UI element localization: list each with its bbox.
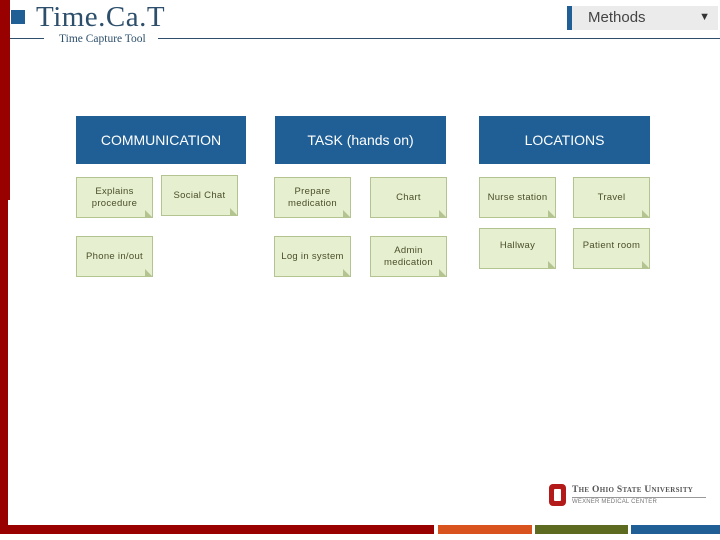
- card-chart[interactable]: Chart: [370, 177, 447, 218]
- card-explains-procedure[interactable]: Explains procedure: [76, 177, 153, 218]
- app-title: Time.Ca.T: [36, 1, 166, 33]
- card-hallway[interactable]: Hallway: [479, 228, 556, 269]
- page-curl-icon: [548, 210, 556, 218]
- app-subtitle: Time Capture Tool: [59, 33, 146, 45]
- page-curl-icon: [642, 261, 650, 269]
- page-curl-icon: [230, 208, 238, 216]
- card-patient-room[interactable]: Patient room: [573, 228, 650, 269]
- card-phone-in-out[interactable]: Phone in/out: [76, 236, 153, 277]
- card-label: Phone in/out: [86, 250, 143, 262]
- card-travel[interactable]: Travel: [573, 177, 650, 218]
- card-log-in-system[interactable]: Log in system: [274, 236, 351, 277]
- card-label: Prepare medication: [288, 185, 337, 209]
- card-label: Hallway: [499, 240, 536, 251]
- osu-block-o-logo-icon: [549, 484, 566, 506]
- category-header-locations[interactable]: LOCATIONS: [479, 116, 650, 164]
- page-curl-icon: [145, 210, 153, 218]
- title-bullet-icon: [11, 10, 25, 24]
- card-label: Chart: [396, 191, 421, 203]
- card-social-chat[interactable]: Social Chat: [161, 175, 238, 216]
- card-label: Explains procedure: [91, 185, 138, 209]
- left-accent-bar: [0, 0, 10, 200]
- page-curl-icon: [343, 269, 351, 277]
- page-curl-icon: [145, 269, 153, 277]
- card-label: Admin medication: [384, 244, 433, 268]
- page-curl-icon: [343, 210, 351, 218]
- category-header-task[interactable]: TASK (hands on): [275, 116, 446, 164]
- methods-dropdown[interactable]: Methods ▼: [567, 6, 718, 30]
- card-nurse-station[interactable]: Nurse station: [479, 177, 556, 218]
- card-label: Travel: [597, 191, 626, 203]
- logo-medical-center: WEXNER MEDICAL CENTER: [572, 499, 657, 505]
- header-divider-left: [10, 38, 44, 39]
- page-curl-icon: [439, 269, 447, 277]
- footer-bar-red: [0, 525, 434, 534]
- footer-bar-orange: [438, 525, 532, 534]
- header-divider-right: [158, 38, 720, 39]
- chevron-down-icon[interactable]: ▼: [699, 11, 710, 23]
- card-admin-medication[interactable]: Admin medication: [370, 236, 447, 277]
- footer-bar-green: [535, 525, 628, 534]
- card-label: Social Chat: [173, 189, 226, 201]
- logo-divider: [572, 497, 706, 498]
- card-label: Log in system: [281, 250, 344, 262]
- footer-bar-blue: [631, 525, 720, 534]
- card-label: Nurse station: [487, 191, 548, 203]
- logo-university-name: The Ohio State University: [572, 485, 694, 495]
- category-header-communication[interactable]: COMMUNICATION: [76, 116, 246, 164]
- card-label: Patient room: [582, 240, 641, 251]
- left-accent-bar-lower: [0, 200, 8, 534]
- methods-dropdown-label: Methods: [588, 9, 646, 26]
- page-curl-icon: [439, 210, 447, 218]
- page-curl-icon: [642, 210, 650, 218]
- page-curl-icon: [548, 261, 556, 269]
- card-prepare-medication[interactable]: Prepare medication: [274, 177, 351, 218]
